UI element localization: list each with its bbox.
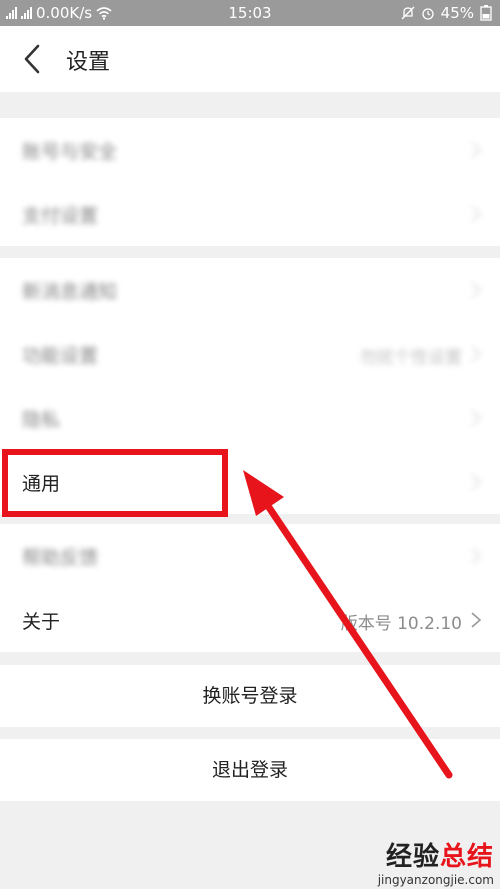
row-label: 关于 [22, 611, 61, 633]
chevron-right-icon [471, 410, 482, 426]
settings-row-account-security[interactable]: 账号与安全 [0, 118, 500, 182]
chevron-right-icon [471, 346, 482, 362]
chevron-right-icon [471, 282, 482, 298]
nav-bar: 设置 [0, 26, 500, 92]
settings-row-privacy[interactable]: 隐私 [0, 386, 500, 450]
alarm-clock-icon [422, 8, 434, 20]
chevron-right-icon [471, 612, 482, 628]
battery-icon [480, 5, 492, 21]
watermark-url: jingyanzongjie.com [377, 873, 494, 887]
section-about: 帮助反馈 关于 版本号 10.2.10 [0, 524, 500, 652]
chevron-right-icon [471, 206, 482, 222]
settings-row-about[interactable]: 关于 版本号 10.2.10 [0, 588, 500, 652]
logout-button[interactable]: 退出登录 [0, 739, 500, 801]
page-title: 设置 [66, 50, 111, 75]
status-bar-right: 45% [401, 4, 492, 22]
settings-row-help[interactable]: 帮助反馈 [0, 524, 500, 588]
settings-row-features[interactable]: 功能设置 勿扰个性设置 [0, 322, 500, 386]
back-arrow-icon[interactable] [18, 42, 48, 76]
battery-percent: 45% [440, 4, 474, 22]
watermark: 经验总结 jingyanzongjie.com [378, 836, 494, 887]
switch-account-button[interactable]: 换账号登录 [0, 665, 500, 727]
chevron-right-icon [471, 474, 482, 490]
section-account: 账号与安全 支付设置 [0, 118, 500, 246]
settings-row-notifications[interactable]: 新消息通知 [0, 258, 500, 322]
row-label: 帮助反馈 [22, 547, 99, 569]
row-label: 支付设置 [22, 205, 99, 227]
highlight-box [2, 449, 228, 517]
version-number: 版本号 10.2.10 [340, 614, 462, 634]
settings-row-payment[interactable]: 支付设置 [0, 182, 500, 246]
row-label: 账号与安全 [22, 141, 118, 163]
row-label: 功能设置 [22, 345, 99, 367]
watermark-logo: 经验总结 [385, 842, 494, 872]
status-bar: 0.00K/s 15:03 45% [0, 0, 500, 26]
mute-bell-icon [401, 6, 415, 20]
chevron-right-icon [471, 548, 482, 564]
row-label: 新消息通知 [22, 281, 118, 303]
row-label: 隐私 [22, 409, 61, 431]
chevron-right-icon [471, 142, 482, 158]
row-value: 勿扰个性设置 [360, 348, 462, 368]
